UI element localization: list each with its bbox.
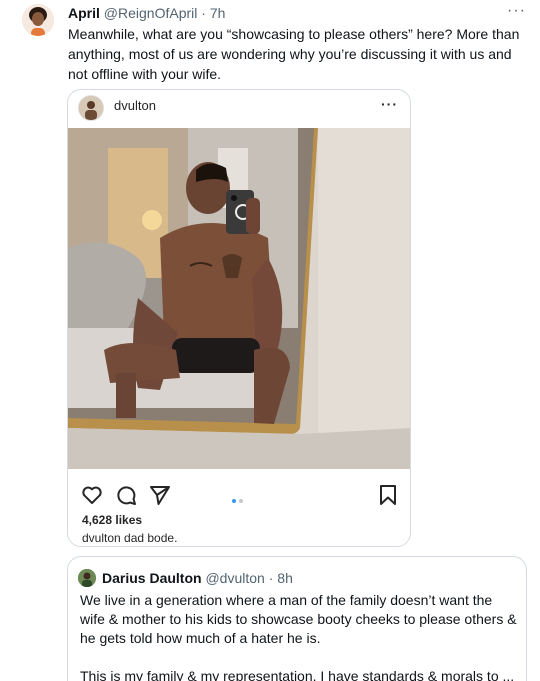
like-count[interactable]: 4,628 likes [82,513,142,527]
quoted-text-paragraph-2: This is my family & my representation. I… [80,668,515,681]
instagram-embed[interactable]: dvulton ··· 4,628 likes dvulton dad bode… [67,89,411,547]
send-icon[interactable] [148,483,172,507]
separator: · [201,5,206,21]
quoted-author-handle[interactable]: @dvulton [205,570,264,586]
instagram-more-icon[interactable]: ··· [381,96,398,112]
carousel-dot[interactable] [239,499,243,503]
quoted-author-avatar[interactable] [78,569,96,587]
mirror-selfie-photo[interactable] [68,128,410,469]
instagram-avatar[interactable] [78,95,104,121]
carousel-dot-active[interactable] [232,499,236,503]
author-avatar[interactable] [22,4,54,36]
carousel-indicator [232,490,252,503]
quoted-tweet-timestamp[interactable]: 8h [277,570,293,586]
quoted-tweet-header: Darius Daulton @dvulton · 8h [102,569,293,587]
author-handle[interactable]: @ReignOfApril [104,5,198,21]
instagram-username[interactable]: dvulton [114,98,156,113]
quoted-author-name[interactable]: Darius Daulton [102,570,202,586]
more-options-icon[interactable]: ··· [507,2,526,20]
heart-icon[interactable] [80,483,104,507]
quoted-tweet-text: We live in a generation where a man of t… [80,591,520,681]
comment-icon[interactable] [114,483,138,507]
quoted-text-paragraph-1: We live in a generation where a man of t… [80,592,517,646]
instagram-caption: dvulton dad bode. [82,531,178,545]
tweet-timestamp[interactable]: 7h [210,5,226,21]
separator: · [268,570,274,586]
instagram-header: dvulton ··· [68,90,410,128]
quoted-tweet[interactable]: Darius Daulton @dvulton · 8h We live in … [67,556,527,681]
bookmark-icon[interactable] [376,483,400,507]
author-name[interactable]: April [68,5,100,21]
tweet-text: Meanwhile, what are you “showcasing to p… [68,26,520,82]
tweet[interactable]: April @ReignOfApril · 7h ··· Meanwhile, … [0,0,540,681]
tweet-header: April @ReignOfApril · 7h [68,4,225,22]
